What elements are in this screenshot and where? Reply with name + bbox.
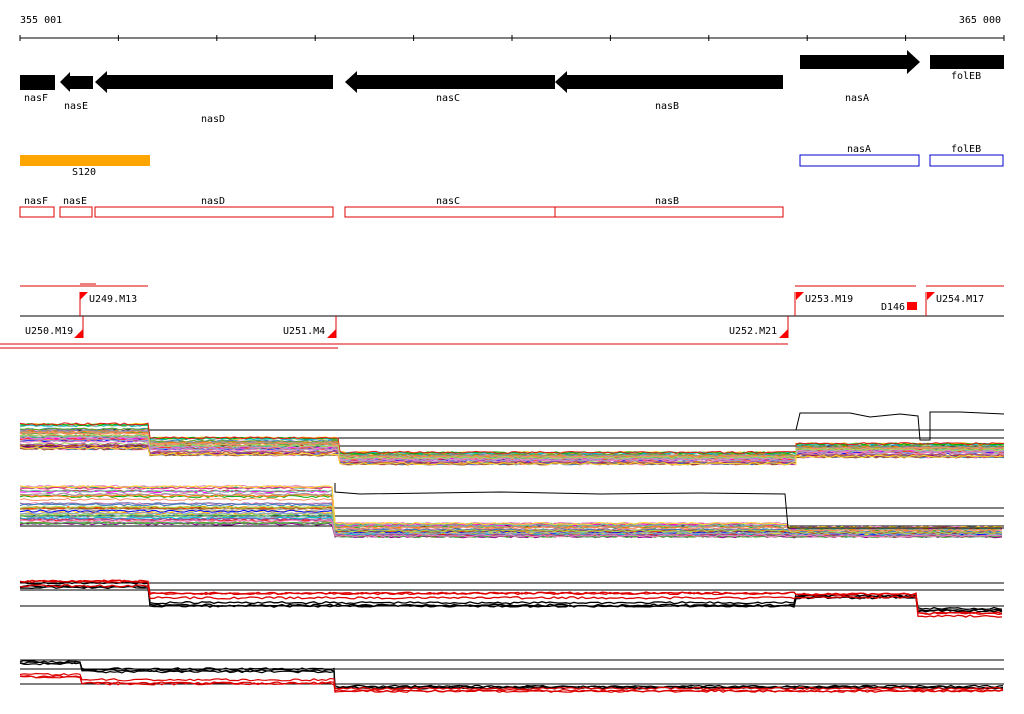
feature-bar-S120[interactable] [20,155,150,166]
gene-label-folEB: folEB [951,71,981,82]
gene-label-nasB: nasB [655,101,679,112]
forward-box-track: nasA folEB [799,144,1004,167]
gene-label-nasF: nasF [24,93,48,104]
reverse-box-label-nasB: nasB [655,196,679,207]
gene-track: nasF nasE nasD nasC nasB nasA folEB [20,50,1004,125]
gene-label-nasD: nasD [201,114,225,125]
gene-arrow-folEB[interactable] [930,55,1004,69]
ruler-end-label: 365 000 [959,15,1001,26]
gene-arrow-nasA[interactable] [800,50,920,74]
gene-arrow-nasB[interactable] [555,71,783,93]
expression-track-summary-2 [19,659,1004,693]
reverse-box-nasC[interactable] [344,206,556,218]
expression-track-summary-1 [19,579,1004,618]
feature-label-S120: S120 [72,167,96,178]
gene-label-nasA: nasA [845,93,869,104]
regulatory-track: S120 [20,155,150,178]
reverse-box-nasE[interactable] [59,206,93,218]
reverse-box-label-nasD: nasD [201,196,225,207]
genome-browser: 355 001 365 000 nasF nasE nasD nasC nasB… [0,15,1005,693]
ruler-start-label: 355 001 [20,15,62,26]
gene-arrow-nasF[interactable] [20,75,55,90]
expression-line [19,662,1004,690]
transcription-unit-track: U249.M13 U253.M19 U254.M17 D146 U250.M19… [0,283,1004,349]
reverse-box-nasF[interactable] [19,206,55,218]
marker-D146[interactable] [907,302,917,310]
expression-track-forward [19,411,1005,466]
forward-box-nasA[interactable] [799,154,920,167]
gene-label-nasE: nasE [64,101,88,112]
expression-line-highlight [334,483,1004,529]
gene-arrow-nasC[interactable] [345,71,555,93]
reverse-box-track: nasF nasE nasD nasC nasB [19,196,784,218]
reverse-box-label-nasC: nasC [436,196,460,207]
tu-label-U250[interactable]: U250.M19 [25,326,73,337]
tu-label-U249[interactable]: U249.M13 [89,294,137,305]
tu-label-U254[interactable]: U254.M17 [936,294,984,305]
reverse-box-nasD[interactable] [94,206,334,218]
forward-box-label-folEB: folEB [951,144,981,155]
reverse-box-label-nasF: nasF [24,196,48,207]
tu-label-U253[interactable]: U253.M19 [805,294,853,305]
forward-box-folEB[interactable] [929,154,1004,167]
expression-line-highlight [795,411,1005,441]
tu-label-U251[interactable]: U251.M4 [283,326,325,337]
coordinate-ruler: 355 001 365 000 [19,15,1005,41]
expression-track-reverse [19,483,1004,539]
gene-arrow-nasE[interactable] [60,72,93,92]
forward-box-label-nasA: nasA [847,144,871,155]
gene-arrow-nasD[interactable] [95,71,333,93]
marker-label-D146: D146 [881,302,905,313]
reverse-box-nasB[interactable] [554,206,784,218]
gene-label-nasC: nasC [436,93,460,104]
reverse-box-label-nasE: nasE [63,196,87,207]
tu-label-U252[interactable]: U252.M21 [729,326,777,337]
